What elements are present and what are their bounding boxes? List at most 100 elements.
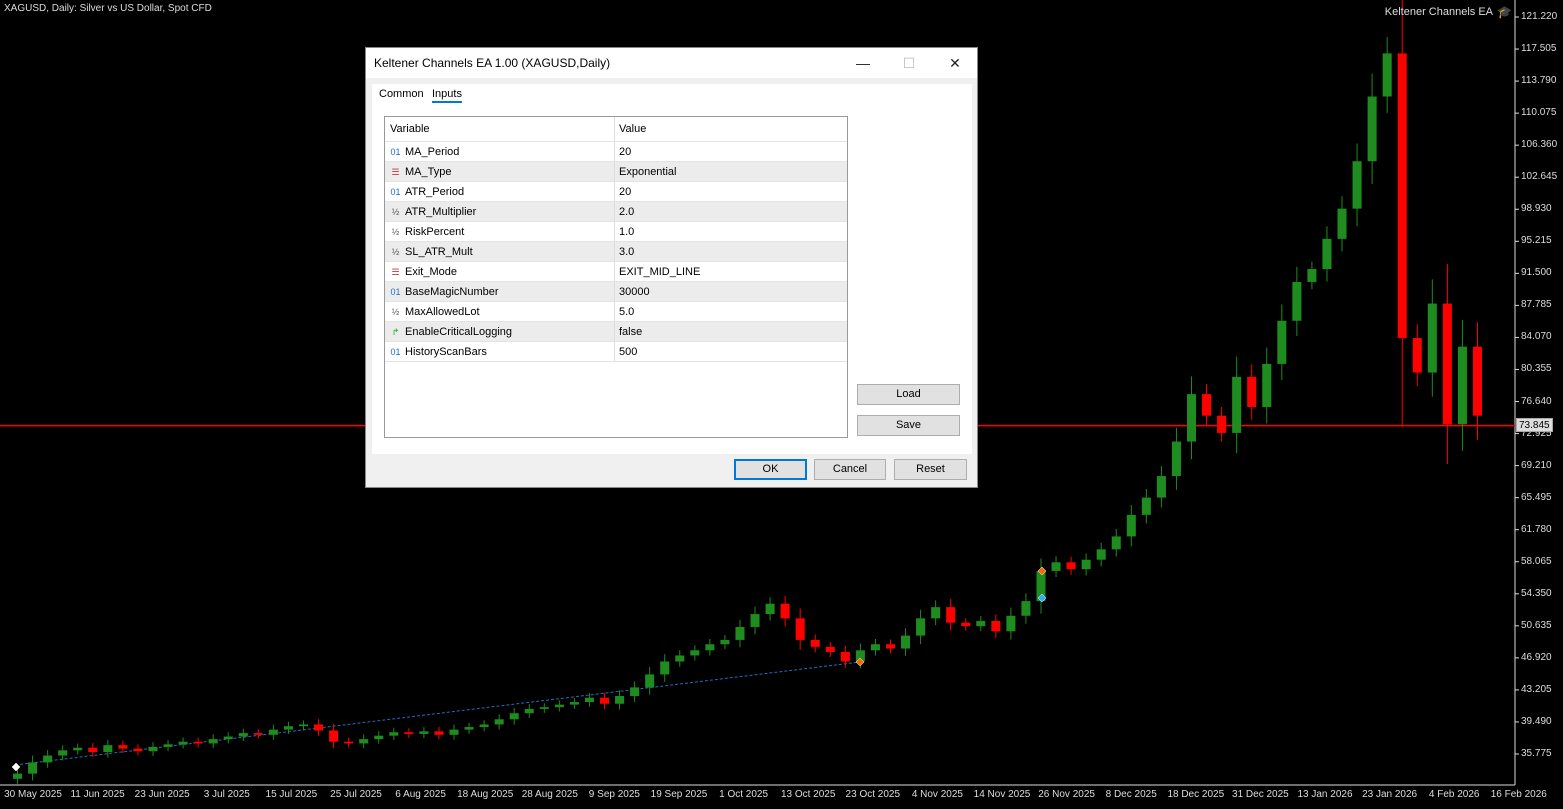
integer-icon: 01 bbox=[390, 346, 401, 357]
candle-body bbox=[539, 707, 549, 709]
candle-body bbox=[43, 755, 53, 763]
table-row[interactable]: 01 MA_Period 20 bbox=[385, 142, 847, 162]
candle-body bbox=[1081, 559, 1091, 570]
ok-button[interactable]: OK bbox=[734, 459, 807, 480]
candle-body bbox=[1277, 320, 1287, 364]
price-tick-label: 110.075 bbox=[1521, 107, 1557, 119]
value-cell[interactable]: 20 bbox=[615, 142, 631, 161]
double-icon: ½ bbox=[391, 206, 400, 217]
date-tick-label: 8 Dec 2025 bbox=[1105, 789, 1157, 800]
price-tick-label: 43.205 bbox=[1521, 683, 1552, 695]
date-tick-label: 18 Dec 2025 bbox=[1167, 789, 1225, 800]
reset-button[interactable]: Reset bbox=[894, 459, 967, 480]
variable-name: SL_ATR_Mult bbox=[405, 245, 473, 258]
date-tick-label: 1 Oct 2025 bbox=[719, 789, 769, 800]
table-row[interactable]: 01 HistoryScanBars 500 bbox=[385, 342, 847, 362]
value-cell[interactable]: 5.0 bbox=[615, 302, 634, 321]
candle-body bbox=[1472, 346, 1482, 416]
value-cell[interactable]: 500 bbox=[615, 342, 637, 361]
candle-body bbox=[28, 762, 38, 774]
candle-body bbox=[1382, 53, 1392, 97]
value-cell[interactable]: 2.0 bbox=[615, 202, 634, 221]
table-row[interactable]: 01 ATR_Period 20 bbox=[385, 182, 847, 202]
double-icon: ½ bbox=[391, 306, 400, 317]
trade-marker-icon[interactable] bbox=[11, 762, 21, 772]
table-row[interactable]: ☰ Exit_Mode EXIT_MID_LINE bbox=[385, 262, 847, 282]
candle-body bbox=[1412, 338, 1422, 373]
table-row[interactable]: 01 BaseMagicNumber 30000 bbox=[385, 282, 847, 302]
value-cell[interactable]: 1.0 bbox=[615, 222, 634, 241]
variable-name: MA_Type bbox=[405, 165, 452, 178]
variable-name: Exit_Mode bbox=[405, 265, 457, 278]
tab-inputs[interactable]: Inputs bbox=[432, 88, 462, 103]
dialog-panel: Common Inputs Variable Value 01 MA_Period… bbox=[372, 84, 972, 454]
maximize-button[interactable]: ☐ bbox=[886, 48, 932, 78]
close-button[interactable]: ✕ bbox=[932, 48, 978, 78]
variable-cell: 01 MA_Period bbox=[385, 142, 615, 161]
graduation-cap-icon[interactable]: 🎓 bbox=[1497, 5, 1512, 19]
candle-body bbox=[720, 639, 730, 645]
candle-body bbox=[600, 697, 610, 704]
candle-body bbox=[1367, 96, 1377, 162]
candle-body bbox=[238, 733, 248, 737]
candle-body bbox=[268, 729, 278, 735]
candle-body bbox=[103, 745, 113, 753]
value-cell[interactable]: false bbox=[615, 322, 642, 341]
price-tick-label: 121.220 bbox=[1521, 11, 1558, 22]
load-button[interactable]: Load bbox=[857, 384, 960, 405]
date-tick-label: 18 Aug 2025 bbox=[457, 789, 514, 800]
candle-body bbox=[88, 747, 98, 753]
table-row[interactable]: ½ SL_ATR_Mult 3.0 bbox=[385, 242, 847, 262]
price-tick-label: 102.645 bbox=[1521, 171, 1558, 183]
value-cell[interactable]: 20 bbox=[615, 182, 631, 201]
value-cell[interactable]: 30000 bbox=[615, 282, 650, 301]
ea-properties-dialog: Keltener Channels EA 1.00 (XAGUSD,Daily)… bbox=[365, 47, 978, 488]
table-header: Variable Value bbox=[385, 117, 847, 142]
candle-body bbox=[1442, 303, 1452, 425]
column-header-value[interactable]: Value bbox=[615, 117, 646, 141]
variable-name: EnableCriticalLogging bbox=[405, 325, 513, 338]
candle-body bbox=[660, 661, 670, 675]
price-tick-label: 106.360 bbox=[1521, 139, 1558, 151]
candle-body bbox=[298, 724, 309, 727]
candle-body bbox=[1307, 269, 1317, 282]
date-tick-label: 25 Jul 2025 bbox=[330, 789, 382, 800]
price-tick-label: 98.930 bbox=[1521, 203, 1552, 215]
date-tick-label: 30 May 2025 bbox=[4, 789, 62, 800]
save-button[interactable]: Save bbox=[857, 415, 960, 436]
candle-body bbox=[810, 639, 820, 647]
candle-body bbox=[1217, 415, 1227, 433]
table-row[interactable]: ½ MaxAllowedLot 5.0 bbox=[385, 302, 847, 322]
tab-common[interactable]: Common bbox=[379, 88, 424, 100]
date-tick-label: 4 Feb 2026 bbox=[1428, 789, 1480, 800]
minimize-button[interactable]: — bbox=[840, 48, 886, 78]
date-tick-label: 23 Jun 2025 bbox=[134, 789, 190, 800]
double-icon: ½ bbox=[391, 226, 400, 237]
cancel-button[interactable]: Cancel bbox=[814, 459, 886, 480]
candle-body bbox=[208, 739, 218, 744]
candle-body bbox=[1126, 514, 1136, 537]
value-cell[interactable]: Exponential bbox=[615, 162, 677, 181]
candle-body bbox=[1397, 53, 1407, 339]
inputs-table: Variable Value 01 MA_Period 20 ☰ MA_Type Expo… bbox=[384, 116, 848, 438]
value-cell[interactable]: EXIT_MID_LINE bbox=[615, 262, 700, 281]
candle-body bbox=[1186, 394, 1197, 442]
table-row[interactable]: ½ RiskPercent 1.0 bbox=[385, 222, 847, 242]
date-tick-label: 15 Jul 2025 bbox=[265, 789, 318, 800]
table-row[interactable]: ½ ATR_Multiplier 2.0 bbox=[385, 202, 847, 222]
candle-body bbox=[524, 708, 534, 714]
value-cell[interactable]: 3.0 bbox=[615, 242, 634, 261]
table-row[interactable]: ☰ MA_Type Exponential bbox=[385, 162, 847, 182]
dialog-title: Keltener Channels EA 1.00 (XAGUSD,Daily) bbox=[374, 56, 611, 70]
column-header-variable[interactable]: Variable bbox=[385, 117, 615, 141]
candle-body bbox=[419, 731, 429, 734]
candle-body bbox=[163, 744, 173, 747]
candle-body bbox=[885, 644, 895, 649]
date-tick-label: 6 Aug 2025 bbox=[395, 789, 446, 800]
date-tick-label: 9 Sep 2025 bbox=[588, 789, 640, 800]
variable-cell: 01 BaseMagicNumber bbox=[385, 282, 615, 301]
table-row[interactable]: ↱ EnableCriticalLogging false bbox=[385, 322, 847, 342]
candle-body bbox=[615, 695, 625, 704]
date-tick-label: 4 Nov 2025 bbox=[911, 789, 963, 800]
price-tick-label: 76.640 bbox=[1521, 395, 1552, 407]
